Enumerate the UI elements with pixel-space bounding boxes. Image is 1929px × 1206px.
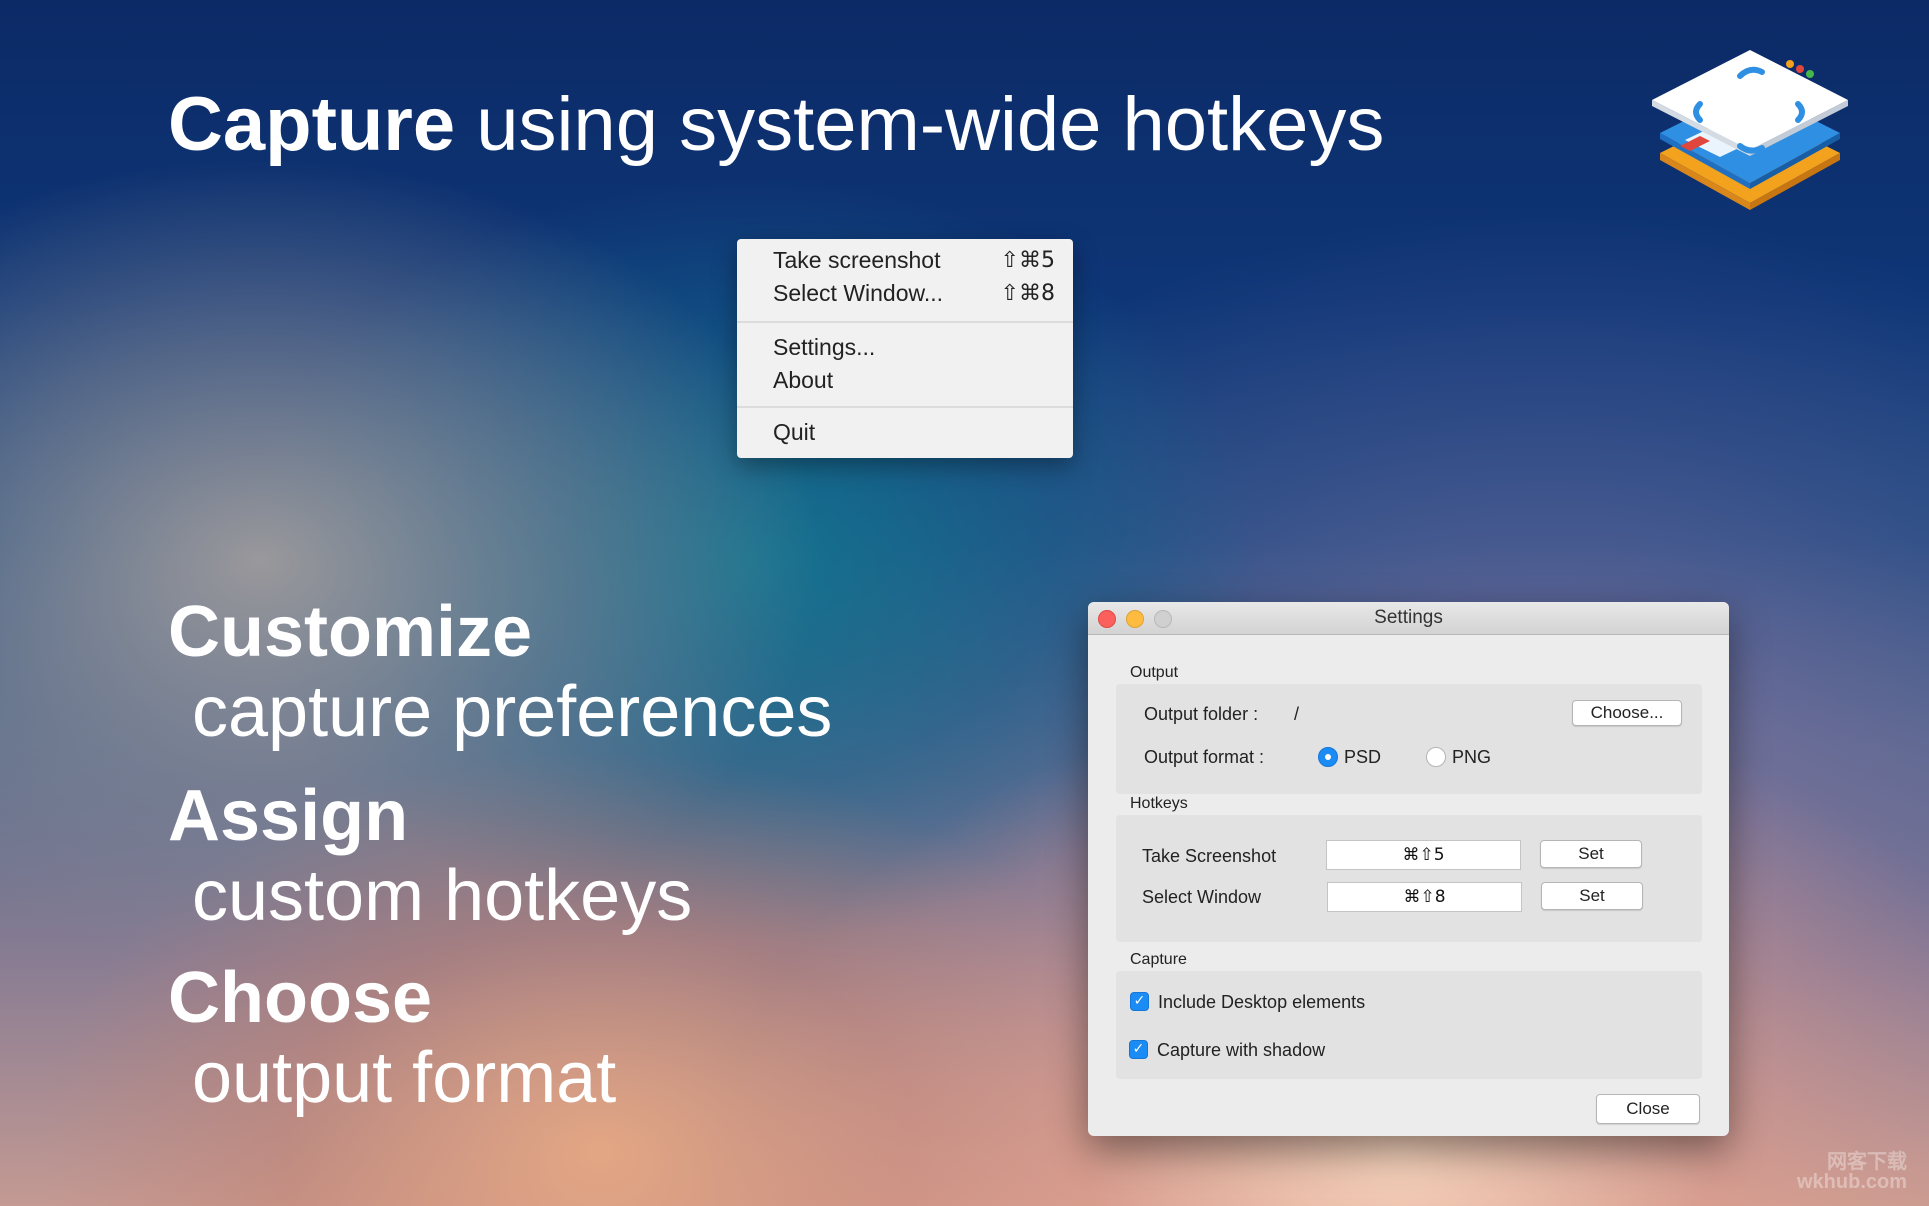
psd-radio-label[interactable]: PSD bbox=[1344, 747, 1381, 768]
window-titlebar[interactable]: Settings bbox=[1088, 602, 1729, 635]
menu-item-label: Settings... bbox=[773, 333, 876, 360]
feature-heading: Customize bbox=[168, 592, 533, 672]
menu-item-label: Select Window... bbox=[773, 279, 944, 306]
menu-item-settings[interactable]: Settings... bbox=[773, 331, 1055, 363]
hero-title: Capture using system-wide hotkeys bbox=[168, 80, 1384, 170]
feature-subtext: output format bbox=[192, 1038, 617, 1118]
select-window-hotkey-field[interactable]: ⌘⇧8 bbox=[1327, 882, 1522, 912]
minimize-window-icon[interactable] bbox=[1126, 610, 1144, 628]
hero-title-bold: Capture bbox=[168, 82, 456, 167]
close-window-icon[interactable] bbox=[1098, 610, 1116, 628]
psd-radio[interactable] bbox=[1318, 747, 1338, 767]
output-format-label: Output format : bbox=[1144, 747, 1265, 767]
hero-title-light: using system-wide hotkeys bbox=[455, 82, 1385, 167]
watermark-line: wkhub.com bbox=[1796, 1171, 1907, 1193]
menu-separator bbox=[737, 321, 1073, 323]
output-folder-value: / bbox=[1294, 704, 1300, 724]
png-radio-label[interactable]: PNG bbox=[1452, 747, 1491, 768]
feature-heading: Assign bbox=[168, 776, 409, 856]
capture-shadow-checkbox[interactable]: ✓ bbox=[1129, 1040, 1148, 1059]
menu-item-shortcut: ⇧⌘8 bbox=[1000, 280, 1055, 306]
feature-subtext: custom hotkeys bbox=[192, 856, 693, 936]
select-window-hotkey-label: Select Window bbox=[1142, 887, 1262, 907]
zoom-window-icon[interactable] bbox=[1154, 610, 1172, 628]
capture-shadow-label[interactable]: Capture with shadow bbox=[1157, 1040, 1325, 1061]
menu-item-quit[interactable]: Quit bbox=[773, 416, 1055, 448]
watermark: 网客下载 wkhub.com bbox=[1797, 1152, 1907, 1192]
output-section-label: Output bbox=[1130, 664, 1179, 681]
png-radio[interactable] bbox=[1426, 747, 1446, 767]
hotkeys-section-label: Hotkeys bbox=[1130, 795, 1188, 812]
menu-item-take-screenshot[interactable]: Take screenshot ⇧⌘5 bbox=[773, 244, 1055, 276]
menu-item-label: About bbox=[773, 366, 834, 393]
screenshot-layers-icon bbox=[1652, 50, 1848, 210]
menu-item-label: Take screenshot bbox=[773, 246, 941, 273]
take-screenshot-hotkey-field[interactable]: ⌘⇧5 bbox=[1326, 840, 1521, 870]
close-button[interactable]: Close bbox=[1596, 1094, 1700, 1124]
menu-separator bbox=[737, 406, 1073, 408]
capture-group: ✓ Include Desktop elements ✓ Capture wit… bbox=[1116, 971, 1702, 1079]
capture-section-label: Capture bbox=[1130, 951, 1187, 968]
set-take-screenshot-hotkey-button[interactable]: Set bbox=[1540, 840, 1642, 868]
hotkeys-group: Take Screenshot ⌘⇧5 Set Select Window ⌘⇧… bbox=[1116, 815, 1702, 942]
feature-customize: Customize capture preferences bbox=[168, 592, 832, 752]
include-desktop-label[interactable]: Include Desktop elements bbox=[1158, 992, 1365, 1013]
settings-window: Settings Output Output folder : / Choose… bbox=[1088, 602, 1729, 1136]
output-folder-label: Output folder : bbox=[1144, 704, 1259, 724]
menu-item-label: Quit bbox=[773, 418, 816, 445]
feature-choose: Choose output format bbox=[168, 958, 616, 1118]
feature-assign: Assign custom hotkeys bbox=[168, 776, 692, 936]
menu-item-about[interactable]: About bbox=[773, 364, 1055, 396]
feature-heading: Choose bbox=[168, 958, 433, 1038]
include-desktop-checkbox[interactable]: ✓ bbox=[1130, 992, 1149, 1011]
take-screenshot-hotkey-label: Take Screenshot bbox=[1142, 846, 1277, 866]
menu-item-select-window[interactable]: Select Window... ⇧⌘8 bbox=[773, 277, 1055, 309]
app-menu: Take screenshot ⇧⌘5 Select Window... ⇧⌘8… bbox=[737, 239, 1073, 458]
choose-folder-button[interactable]: Choose... bbox=[1572, 700, 1682, 726]
set-select-window-hotkey-button[interactable]: Set bbox=[1541, 882, 1643, 910]
window-title: Settings bbox=[1374, 607, 1443, 628]
watermark-line: 网客下载 bbox=[1827, 1151, 1907, 1173]
output-group: Output folder : / Choose... Output forma… bbox=[1116, 684, 1702, 794]
feature-subtext: capture preferences bbox=[192, 672, 833, 752]
menu-item-shortcut: ⇧⌘5 bbox=[1000, 247, 1055, 273]
